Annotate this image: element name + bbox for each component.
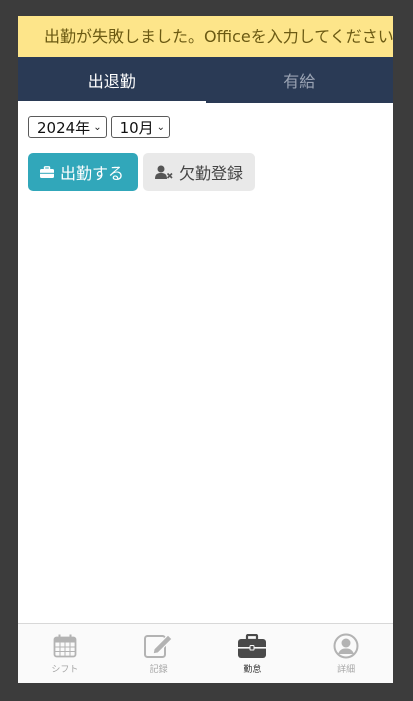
- chevron-down-icon: ⌄: [93, 121, 102, 133]
- tab-attendance[interactable]: 出退勤: [18, 57, 206, 104]
- tab-bar: 出退勤 有給: [18, 57, 394, 104]
- nav-label-record: 記録: [149, 665, 168, 675]
- absence-register-label: 欠勤登録: [179, 164, 244, 183]
- clock-in-button[interactable]: 出勤する: [28, 153, 138, 191]
- clock-in-label: 出勤する: [60, 164, 125, 183]
- nav-label-attendance: 勤怠: [243, 665, 262, 675]
- month-select[interactable]: 10月 ⌄: [110, 116, 171, 138]
- nav-item-shift[interactable]: シフト: [18, 624, 112, 683]
- chevron-down-icon: ⌄: [156, 121, 166, 133]
- nav-label-shift: シフト: [51, 665, 79, 675]
- year-select[interactable]: 2024年 ⌄: [28, 116, 107, 138]
- month-select-value: 10月: [119, 118, 154, 137]
- calendar-icon: [53, 632, 77, 660]
- edit-icon: [143, 632, 174, 660]
- nav-item-record[interactable]: 記録: [112, 624, 206, 683]
- nav-label-details: 詳細: [337, 665, 356, 675]
- error-alert: 出勤が失敗しました。Officeを入力してください: [18, 16, 393, 57]
- alert-message: 出勤が失敗しました。Officeを入力してください: [44, 27, 393, 46]
- user-circle-icon: [333, 632, 359, 660]
- briefcase-icon: [40, 166, 54, 178]
- absence-register-button[interactable]: 欠勤登録: [143, 153, 255, 191]
- user-remove-icon: [155, 165, 173, 179]
- nav-item-attendance[interactable]: 勤怠: [206, 624, 300, 683]
- app-screen: 出勤が失敗しました。Officeを入力してください 出退勤 有給 2024年 ⌄…: [18, 16, 393, 683]
- nav-item-details[interactable]: 詳細: [299, 624, 393, 683]
- date-filters: 2024年 ⌄ 10月 ⌄: [28, 116, 171, 138]
- bottom-nav: シフト 記録 勤怠 詳細: [18, 623, 393, 683]
- briefcase-icon: [238, 632, 267, 660]
- tab-paid-leave[interactable]: 有給: [206, 57, 394, 103]
- year-select-value: 2024年: [37, 118, 91, 137]
